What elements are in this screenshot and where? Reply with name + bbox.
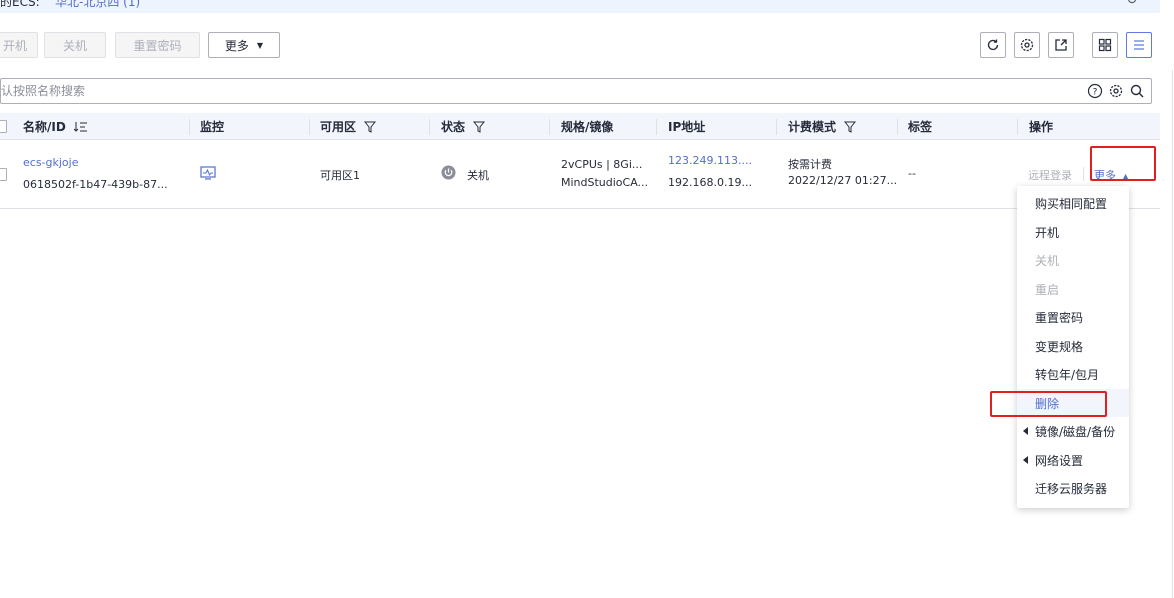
- filter-icon[interactable]: [844, 121, 857, 133]
- instance-id: 0618502f-1b47-439b-87...: [23, 178, 168, 191]
- column-divider: [776, 119, 777, 135]
- submenu-caret-icon: [1023, 456, 1028, 464]
- menu-item-network[interactable]: 网络设置: [1017, 446, 1129, 474]
- help-icon[interactable]: ?: [1087, 83, 1103, 99]
- list-view-icon: [1134, 40, 1144, 50]
- more-actions-label: 更多: [224, 38, 249, 53]
- spec-text: 2vCPUs | 8Gi...: [561, 158, 643, 171]
- column-divider: [309, 119, 310, 135]
- more-actions-menu: 购买相同配置 开机 关机 重启 重置密码 变更规格 转包年/包月 删除 镜像/磁…: [1017, 186, 1129, 508]
- menu-item-image-disk-backup[interactable]: 镜像/磁盘/备份: [1017, 417, 1129, 445]
- right-edge-divider: [1172, 70, 1173, 598]
- reset-password-button[interactable]: 重置密码: [115, 32, 200, 58]
- caret-down-icon: ▼: [256, 40, 264, 50]
- top-info-bar: 的ECS: 华北-北京四 (1) ↻: [0, 0, 1160, 13]
- search-box: ?: [0, 78, 1152, 104]
- highlight-delete: [990, 391, 1107, 417]
- more-actions-button[interactable]: 更多 ▼: [208, 32, 280, 58]
- column-header-name[interactable]: 名称/ID: [23, 113, 88, 140]
- filter-icon[interactable]: [473, 121, 486, 133]
- stop-button[interactable]: 关机: [44, 32, 106, 58]
- private-ip: 192.168.0.19...: [668, 176, 752, 189]
- search-settings-icon[interactable]: [1108, 83, 1124, 99]
- remote-login-link[interactable]: 远程登录: [1028, 167, 1072, 183]
- billing-mode: 按需计费: [788, 158, 832, 171]
- column-divider: [189, 119, 190, 135]
- gear-icon: [1020, 38, 1034, 52]
- table-row: ecs-gkjoje 0618502f-1b47-439b-87... 可用区1…: [0, 140, 1160, 209]
- menu-item-stop: 关机: [1035, 253, 1060, 268]
- tags-value: --: [908, 167, 916, 180]
- export-button[interactable]: [1048, 32, 1074, 58]
- filter-icon[interactable]: [364, 121, 377, 133]
- column-divider: [429, 119, 430, 135]
- start-button[interactable]: 开机: [0, 32, 38, 58]
- settings-button[interactable]: [1014, 32, 1040, 58]
- card-view-button[interactable]: [1092, 32, 1118, 58]
- menu-item-start[interactable]: 开机: [1017, 218, 1129, 246]
- column-divider: [1017, 119, 1018, 135]
- highlight-more: [1090, 146, 1156, 181]
- search-icon[interactable]: [1129, 83, 1145, 99]
- column-header-az: 可用区: [320, 113, 377, 140]
- refresh-top-icon[interactable]: ↻: [1126, 0, 1138, 8]
- export-icon: [1055, 39, 1067, 51]
- column-header-tags: 标签: [908, 120, 933, 134]
- column-header-monitor: 监控: [200, 120, 225, 134]
- svg-text:?: ?: [1093, 88, 1098, 98]
- table-header: 名称/ID 监控 可用区 状态 规格/镜像 IP地址 计费模式 标签 操作: [0, 113, 1160, 140]
- public-ip[interactable]: 123.249.113....: [668, 154, 752, 167]
- menu-item-reset-password[interactable]: 重置密码: [1017, 303, 1129, 331]
- action-divider: [1083, 167, 1084, 181]
- menu-item-buy-same[interactable]: 购买相同配置: [1017, 189, 1129, 217]
- submenu-caret-icon: [1023, 427, 1028, 435]
- monitor-icon[interactable]: [200, 166, 216, 180]
- image-text: MindStudioCA...: [561, 176, 649, 189]
- status-text: 关机: [467, 169, 489, 182]
- menu-item-migrate[interactable]: 迁移云服务器: [1017, 474, 1129, 502]
- column-header-billing: 计费模式: [788, 113, 857, 140]
- menu-item-restart: 重启: [1035, 282, 1060, 297]
- menu-item-to-yearly[interactable]: 转包年/包月: [1017, 360, 1129, 388]
- column-divider: [549, 119, 550, 135]
- column-divider: [897, 119, 898, 135]
- column-header-ip: IP地址: [668, 120, 706, 134]
- column-divider: [656, 119, 657, 135]
- region-link[interactable]: 华北-北京四 (1): [55, 0, 140, 10]
- created-time: 2022/12/27 01:27...: [788, 174, 898, 187]
- search-tools: ?: [1087, 83, 1145, 99]
- power-off-icon: [441, 165, 456, 180]
- instance-name-link[interactable]: ecs-gkjoje: [23, 156, 78, 169]
- column-header-actions: 操作: [1029, 120, 1054, 134]
- menu-item-change-spec[interactable]: 变更规格: [1017, 332, 1129, 360]
- search-input[interactable]: [0, 82, 1049, 100]
- list-view-button[interactable]: [1126, 32, 1152, 58]
- column-header-status: 状态: [441, 113, 486, 140]
- ecs-count-prefix: 的ECS:: [0, 0, 40, 9]
- row-checkbox[interactable]: [0, 168, 7, 181]
- select-all-checkbox[interactable]: [0, 120, 7, 133]
- refresh-icon: [987, 39, 999, 51]
- sort-icon[interactable]: [73, 121, 88, 133]
- refresh-button[interactable]: [980, 32, 1006, 58]
- column-header-spec: 规格/镜像: [561, 120, 614, 134]
- availability-zone: 可用区1: [320, 169, 360, 182]
- grid-view-icon: [1098, 38, 1112, 52]
